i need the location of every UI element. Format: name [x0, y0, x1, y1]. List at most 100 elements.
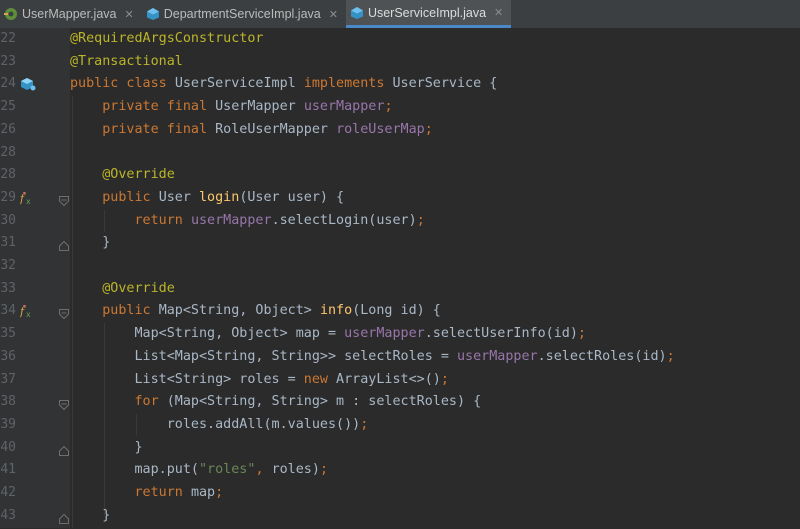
- svg-text:x: x: [26, 310, 31, 319]
- code-token: ;: [384, 99, 393, 115]
- code-line[interactable]: 30 return userMapper.selectLogin(user);: [0, 210, 800, 233]
- svg-text:x: x: [26, 197, 31, 206]
- code-token: UserService {: [392, 76, 498, 92]
- code-line[interactable]: 36 List<Map<String, String>> selectRoles…: [0, 346, 800, 369]
- code-text: private final RoleUserMapper roleUserMap…: [70, 119, 433, 142]
- code-token: userMapper: [190, 212, 272, 228]
- code-line[interactable]: 42 return map;: [0, 482, 800, 505]
- code-line[interactable]: 41 map.put("roles", roles);: [0, 459, 800, 482]
- code-text: private final UserMapper userMapper;: [70, 96, 393, 119]
- code-line[interactable]: 38 for (Map<String, String> m : selectRo…: [0, 391, 800, 414]
- close-icon[interactable]: ✕: [125, 8, 134, 21]
- code-line[interactable]: 28 @Override: [0, 164, 800, 187]
- code-line[interactable]: 32: [0, 255, 800, 278]
- line-number: 43: [0, 507, 16, 523]
- code-text: map.put("roles", roles);: [70, 459, 328, 482]
- code-token: ,: [255, 462, 272, 478]
- line-number: 41: [0, 462, 16, 478]
- code-line[interactable]: 22 @RequiredArgsConstructor: [0, 28, 800, 51]
- code-token: @RequiredArgsConstructor: [70, 31, 264, 46]
- code-token: new: [303, 371, 337, 387]
- fold-end-icon[interactable]: [58, 237, 70, 252]
- code-line[interactable]: 40 }: [0, 437, 800, 460]
- code-token: ;: [215, 485, 224, 500]
- code-token: }: [70, 235, 111, 251]
- implementation-icon[interactable]: [20, 77, 36, 92]
- line-number: 26: [0, 121, 16, 137]
- code-token: roles): [271, 462, 320, 478]
- line-number: 39: [0, 416, 16, 432]
- code-token: ;: [424, 121, 433, 137]
- line-number: 38: [0, 394, 16, 410]
- code-token: (User user) {: [239, 189, 345, 205]
- code-editor[interactable]: 22 @RequiredArgsConstructor 23 @Transaction…: [0, 28, 800, 528]
- fold-end-icon[interactable]: [58, 510, 70, 524]
- code-token: for: [134, 394, 167, 410]
- override-lambda-icon[interactable]: fx: [19, 191, 36, 206]
- tab-usermapper[interactable]: UserMapper.java ✕: [0, 0, 142, 28]
- code-token: (Long id) {: [352, 303, 441, 319]
- code-line[interactable]: 23 @Transactional: [0, 51, 800, 74]
- code-text: }: [70, 505, 110, 528]
- code-token: UserMapper: [215, 99, 304, 115]
- code-line[interactable]: 24 public class UserServiceImpl implement…: [0, 73, 800, 96]
- class-icon: [146, 8, 159, 20]
- code-line[interactable]: 43 }: [0, 505, 800, 528]
- code-token: private final: [102, 121, 216, 137]
- fold-end-icon[interactable]: [58, 442, 70, 456]
- class-icon: [350, 6, 363, 19]
- override-lambda-icon[interactable]: fx: [19, 304, 36, 319]
- code-text: return map;: [70, 482, 224, 505]
- fold-start-icon[interactable]: [58, 396, 70, 411]
- line-number: 22: [0, 31, 16, 46]
- code-token: ArrayList<>(): [336, 371, 441, 387]
- mapper-interface-icon: [4, 8, 17, 20]
- code-text: @Override: [70, 278, 175, 301]
- fold-start-icon[interactable]: [58, 305, 70, 320]
- code-text: public User login(User user) {: [70, 187, 344, 210]
- code-token: public: [102, 303, 159, 319]
- fold-start-icon[interactable]: [58, 192, 70, 207]
- tab-departmentserviceimpl[interactable]: DepartmentServiceImpl.java ✕: [142, 0, 346, 28]
- code-line[interactable]: 34 f x public Map<String, Object> info(Lon…: [0, 300, 800, 323]
- code-line[interactable]: 26 private final RoleUserMapper roleUser…: [0, 119, 800, 142]
- code-token: }: [70, 439, 143, 455]
- code-token: @Transactional: [70, 53, 183, 69]
- tab-userserviceimpl[interactable]: UserServiceImpl.java ✕: [345, 0, 512, 28]
- code-text: @RequiredArgsConstructor: [70, 28, 263, 51]
- code-line[interactable]: 29 f x public User login(User user) {: [0, 187, 800, 210]
- code-line[interactable]: 39 roles.addAll(m.values());: [0, 414, 800, 437]
- code-line[interactable]: 37 List<String> roles = new ArrayList<>(…: [0, 369, 800, 392]
- code-token: User: [158, 189, 199, 205]
- code-line[interactable]: 25 private final UserMapper userMapper;: [0, 96, 800, 119]
- code-text: public Map<String, Object> info(Long id)…: [70, 300, 441, 323]
- code-line[interactable]: 31 }: [0, 232, 800, 255]
- code-line[interactable]: 33 @Override: [0, 278, 800, 301]
- line-number: 34: [0, 303, 16, 319]
- code-text: for (Map<String, String> m : selectRoles…: [70, 391, 482, 414]
- code-line[interactable]: 28: [0, 142, 800, 165]
- code-line[interactable]: 35 Map<String, Object> map = userMapper.…: [0, 323, 800, 346]
- line-number: 32: [0, 258, 16, 273]
- close-icon[interactable]: ✕: [329, 8, 338, 21]
- code-token: public class: [70, 76, 175, 92]
- close-icon[interactable]: ✕: [494, 6, 503, 19]
- line-number: 37: [0, 371, 16, 387]
- code-token: @Override: [102, 167, 175, 183]
- code-token: roleUserMap: [336, 121, 425, 137]
- code-token: .selectLogin(user): [271, 212, 417, 228]
- line-number: 42: [0, 485, 16, 500]
- code-token: ;: [319, 462, 328, 478]
- code-text: roles.addAll(m.values());: [70, 414, 369, 437]
- tab-label: DepartmentServiceImpl.java: [163, 7, 321, 21]
- line-number: 25: [0, 99, 16, 115]
- code-text: @Override: [70, 164, 175, 187]
- code-token: List<Map<String, String>> selectRoles =: [70, 348, 457, 364]
- code-token: userMapper: [303, 99, 385, 115]
